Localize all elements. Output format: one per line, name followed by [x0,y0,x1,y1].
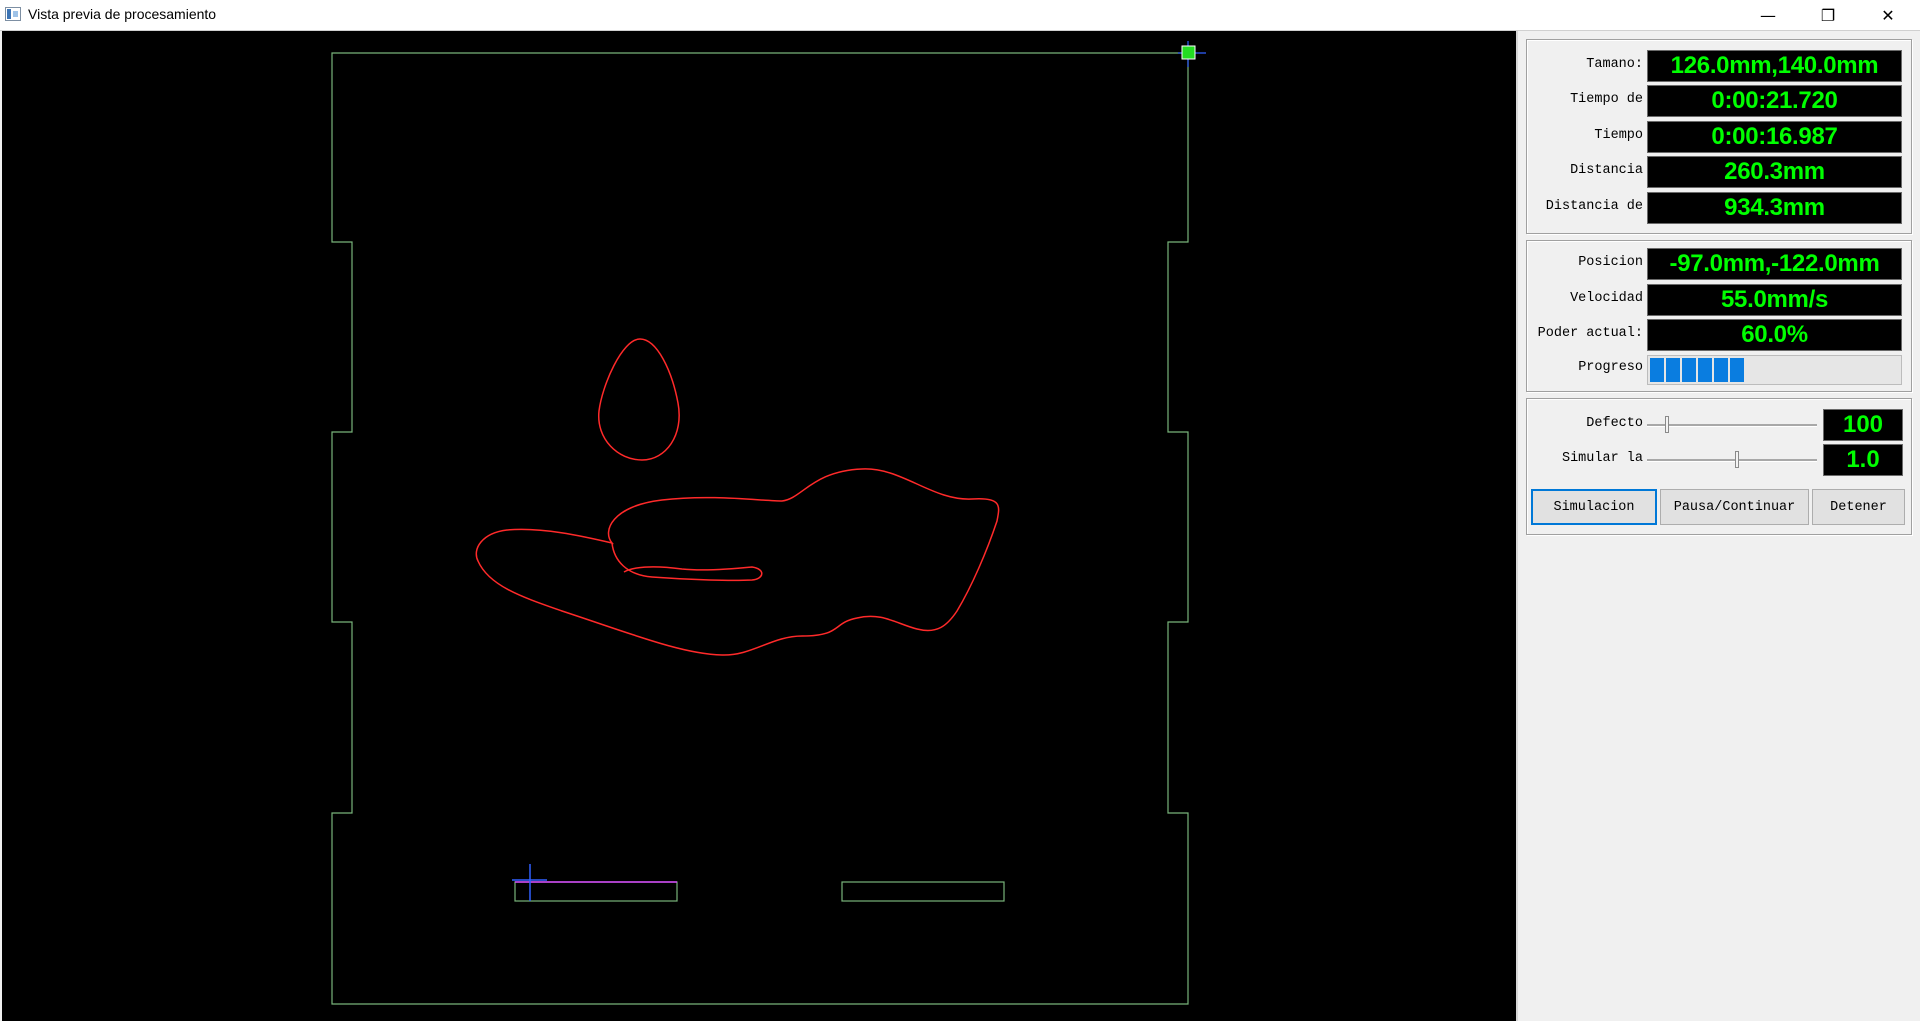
slot-right [842,882,1004,901]
simulate-label: Simular la [1562,451,1643,466]
speed-value: 55.0mm/s [1647,284,1902,316]
progress-label: Progreso [1578,360,1643,375]
size-row: Tamano: 126.0mm,140.0mm [1527,50,1913,83]
position-row: Posicion -97.0mm,-122.0mm [1527,248,1913,281]
progress-bar [1647,355,1902,385]
progress-block [1682,358,1696,382]
maximize-button[interactable]: ❐ [1800,0,1856,30]
total-distance-label: Distancia de [1546,199,1643,214]
position-label: Posicion [1578,255,1643,270]
close-button[interactable]: ✕ [1860,0,1916,30]
info-group: Tamano: 126.0mm,140.0mm Tiempo de 0:00:2… [1526,39,1912,234]
speed-label: Velocidad [1570,291,1643,306]
size-value: 126.0mm,140.0mm [1647,50,1902,82]
progress-block [1650,358,1664,382]
simulate-slider[interactable] [1647,459,1817,462]
simulation-group: Defecto 100 Simular la 1.0 Simulacion Pa… [1526,398,1912,535]
preview-drawing [2,31,1516,1021]
default-row: Defecto 100 [1527,409,1913,442]
total-distance-row: Distancia de 934.3mm [1527,192,1913,225]
default-value: 100 [1823,409,1903,441]
simulate-slider-thumb[interactable] [1735,451,1739,468]
default-slider[interactable] [1647,424,1817,427]
total-time-row: Tiempo de 0:00:21.720 [1527,85,1913,118]
total-time-value: 0:00:21.720 [1647,85,1902,117]
total-distance-value: 934.3mm [1647,192,1902,224]
default-label: Defecto [1586,416,1643,431]
control-panel: Tamano: 126.0mm,140.0mm Tiempo de 0:00:2… [1516,31,1920,1021]
progress-block [1730,358,1744,382]
position-value: -97.0mm,-122.0mm [1647,248,1902,280]
distance-row: Distancia 260.3mm [1527,156,1913,189]
distance-value: 260.3mm [1647,156,1902,188]
total-time-label: Tiempo de [1570,92,1643,107]
time-label: Tiempo [1594,128,1643,143]
default-slider-thumb[interactable] [1665,416,1669,433]
slot-left [515,882,677,901]
size-label: Tamano: [1586,57,1643,72]
box-outline [332,53,1188,1004]
time-value: 0:00:16.987 [1647,121,1902,153]
power-row: Poder actual: 60.0% [1527,319,1913,352]
pause-continue-button[interactable]: Pausa/Continuar [1660,489,1809,525]
minimize-button[interactable]: — [1740,0,1796,30]
simulate-row: Simular la 1.0 [1527,444,1913,477]
simulate-button[interactable]: Simulacion [1531,489,1657,525]
button-row: Simulacion Pausa/Continuar Detener [1527,489,1913,526]
progress-block [1666,358,1680,382]
distance-label: Distancia [1570,163,1643,178]
power-value: 60.0% [1647,319,1902,351]
origin-marker [1182,46,1195,59]
preview-canvas[interactable] [2,31,1516,1021]
time-row: Tiempo 0:00:16.987 [1527,121,1913,154]
title-bar: Vista previa de procesamiento — ❐ ✕ [0,0,1920,31]
progress-block [1698,358,1712,382]
finger-loop [612,543,762,580]
progress-row: Progreso [1527,353,1913,386]
drop-shape [599,339,679,460]
status-group: Posicion -97.0mm,-122.0mm Velocidad 55.0… [1526,240,1912,392]
simulate-value: 1.0 [1823,444,1903,476]
app-icon [5,7,21,21]
stop-button[interactable]: Detener [1812,489,1905,525]
hand-shape [476,469,998,655]
power-label: Poder actual: [1538,326,1643,341]
speed-row: Velocidad 55.0mm/s [1527,284,1913,317]
progress-block [1714,358,1728,382]
window-title: Vista previa de procesamiento [28,6,216,22]
